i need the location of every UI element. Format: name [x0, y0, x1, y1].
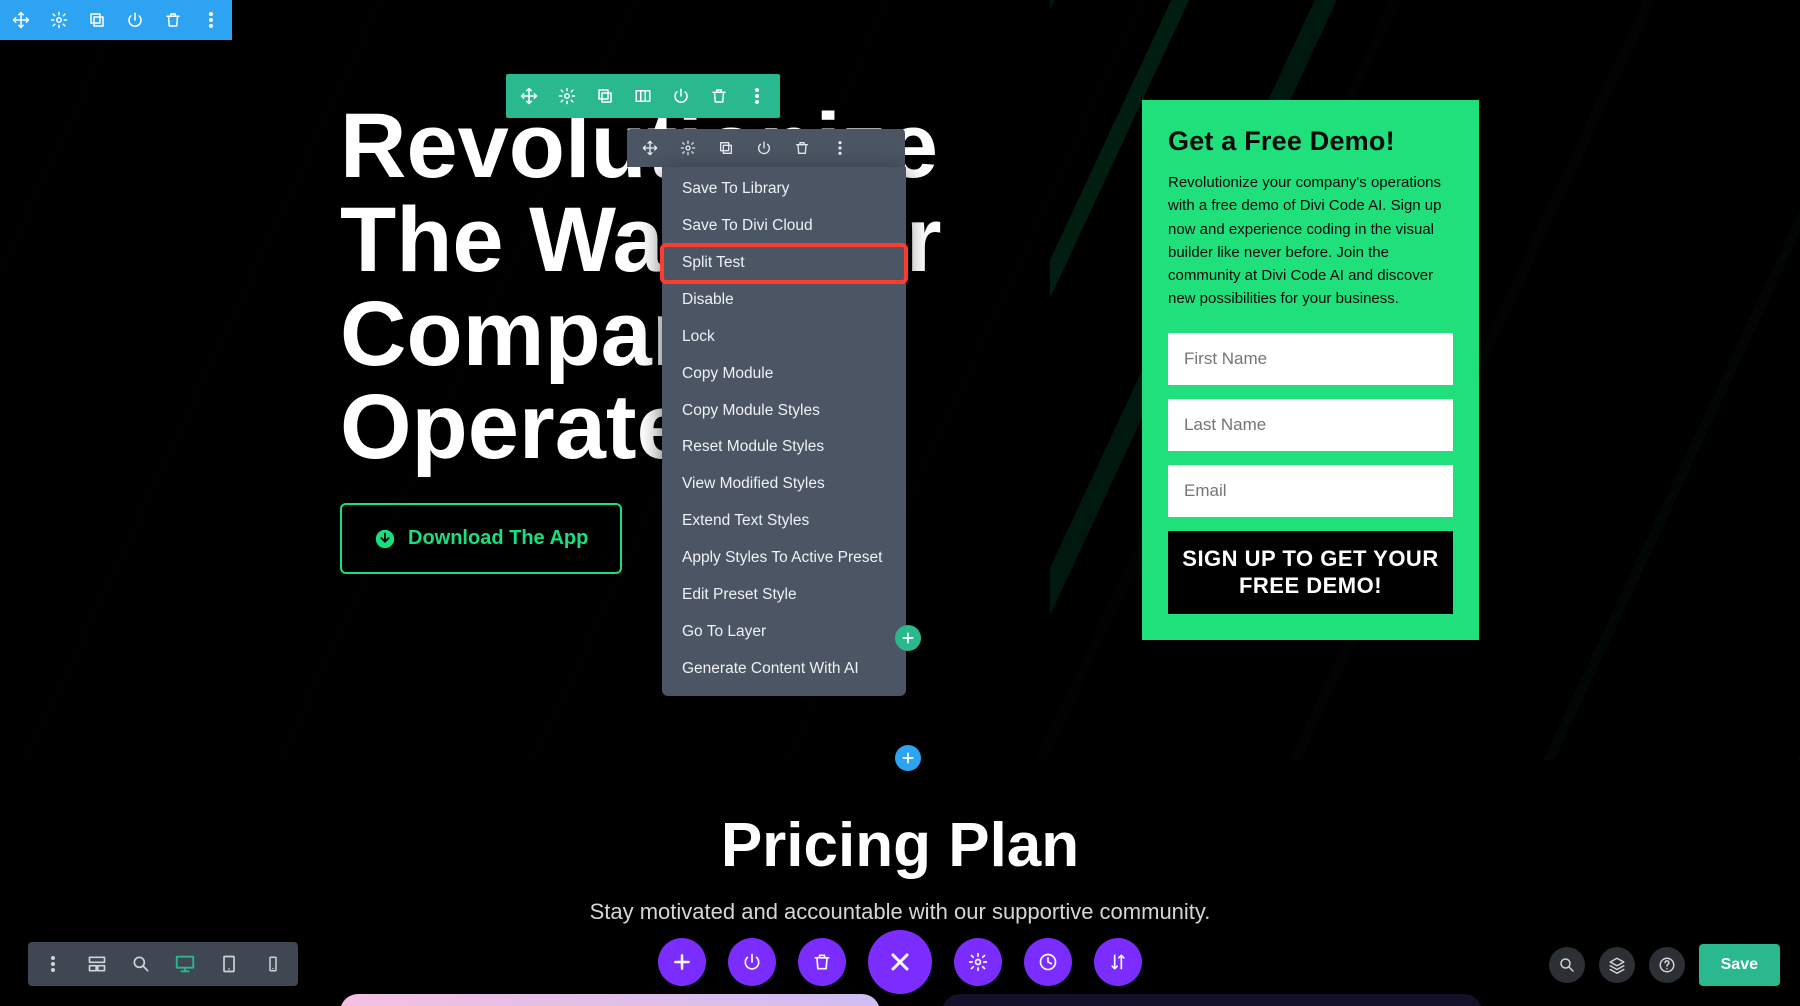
desktop-view-icon[interactable] [172, 951, 198, 977]
context-menu-item[interactable]: Copy Module [662, 356, 906, 393]
power-button[interactable] [728, 938, 776, 986]
add-button[interactable] [658, 938, 706, 986]
demo-form-panel: Get a Free Demo! Revolutionize your comp… [1142, 100, 1479, 640]
more-icon[interactable] [829, 137, 851, 159]
pricing-subtitle: Stay motivated and accountable with our … [0, 899, 1800, 925]
context-menu-item[interactable]: Go To Layer [662, 614, 906, 651]
download-app-button[interactable]: Download The App [340, 503, 622, 574]
context-menu-item[interactable]: Reset Module Styles [662, 429, 906, 466]
trash-icon[interactable] [791, 137, 813, 159]
pricing-card-2 [942, 994, 1482, 1006]
gear-icon[interactable] [48, 9, 70, 31]
power-icon[interactable] [670, 85, 692, 107]
add-row-button[interactable] [895, 625, 921, 651]
context-menu-item[interactable]: Generate Content With AI [662, 651, 906, 688]
phone-view-icon[interactable] [260, 951, 286, 977]
module-toolbar [627, 129, 905, 167]
layers-button[interactable] [1599, 947, 1635, 983]
history-button[interactable] [1024, 938, 1072, 986]
save-button[interactable]: Save [1699, 944, 1780, 986]
power-icon[interactable] [124, 9, 146, 31]
power-icon[interactable] [753, 137, 775, 159]
tablet-view-icon[interactable] [216, 951, 242, 977]
add-section-button[interactable] [895, 745, 921, 771]
duplicate-icon[interactable] [715, 137, 737, 159]
more-icon[interactable] [200, 9, 222, 31]
pricing-section: Pricing Plan Stay motivated and accounta… [0, 810, 1800, 925]
pricing-title: Pricing Plan [0, 810, 1800, 881]
gear-icon[interactable] [556, 85, 578, 107]
duplicate-icon[interactable] [594, 85, 616, 107]
context-menu-item[interactable]: Disable [662, 282, 906, 319]
demo-title: Get a Free Demo! [1168, 126, 1453, 157]
wireframe-icon[interactable] [84, 951, 110, 977]
row-toolbar [506, 74, 780, 118]
context-menu-item[interactable]: Extend Text Styles [662, 503, 906, 540]
section-toolbar [0, 0, 232, 40]
trash-button[interactable] [798, 938, 846, 986]
first-name-field[interactable] [1168, 333, 1453, 385]
module-context-menu: Save To LibrarySave To Divi CloudSplit T… [662, 167, 906, 696]
settings-button[interactable] [954, 938, 1002, 986]
context-menu-item[interactable]: Lock [662, 319, 906, 356]
context-menu-item[interactable]: Edit Preset Style [662, 577, 906, 614]
bottom-right-cluster: Save [1549, 944, 1780, 986]
context-menu-item[interactable]: Save To Library [662, 171, 906, 208]
columns-icon[interactable] [632, 85, 654, 107]
context-menu-item[interactable]: Copy Module Styles [662, 393, 906, 430]
context-menu-item[interactable]: Split Test [662, 245, 906, 282]
trash-icon[interactable] [708, 85, 730, 107]
more-icon[interactable] [40, 951, 66, 977]
sort-button[interactable] [1094, 938, 1142, 986]
demo-submit-button[interactable]: SIGN UP TO GET YOUR FREE DEMO! [1168, 531, 1453, 614]
demo-blurb: Revolutionize your company's operations … [1168, 171, 1453, 311]
close-builder-button[interactable] [868, 930, 932, 994]
move-icon[interactable] [10, 9, 32, 31]
email-field[interactable] [1168, 465, 1453, 517]
download-app-label: Download The App [408, 527, 588, 550]
trash-icon[interactable] [162, 9, 184, 31]
more-icon[interactable] [746, 85, 768, 107]
move-icon[interactable] [639, 137, 661, 159]
pricing-card-1 [340, 994, 880, 1006]
gear-icon[interactable] [677, 137, 699, 159]
context-menu-item[interactable]: View Modified Styles [662, 466, 906, 503]
responsive-toolbar [28, 942, 298, 986]
duplicate-icon[interactable] [86, 9, 108, 31]
search-button[interactable] [1549, 947, 1585, 983]
builder-bottom-bar [658, 930, 1142, 994]
context-menu-item[interactable]: Save To Divi Cloud [662, 208, 906, 245]
context-menu-item[interactable]: Apply Styles To Active Preset [662, 540, 906, 577]
move-icon[interactable] [518, 85, 540, 107]
last-name-field[interactable] [1168, 399, 1453, 451]
help-button[interactable] [1649, 947, 1685, 983]
zoom-icon[interactable] [128, 951, 154, 977]
